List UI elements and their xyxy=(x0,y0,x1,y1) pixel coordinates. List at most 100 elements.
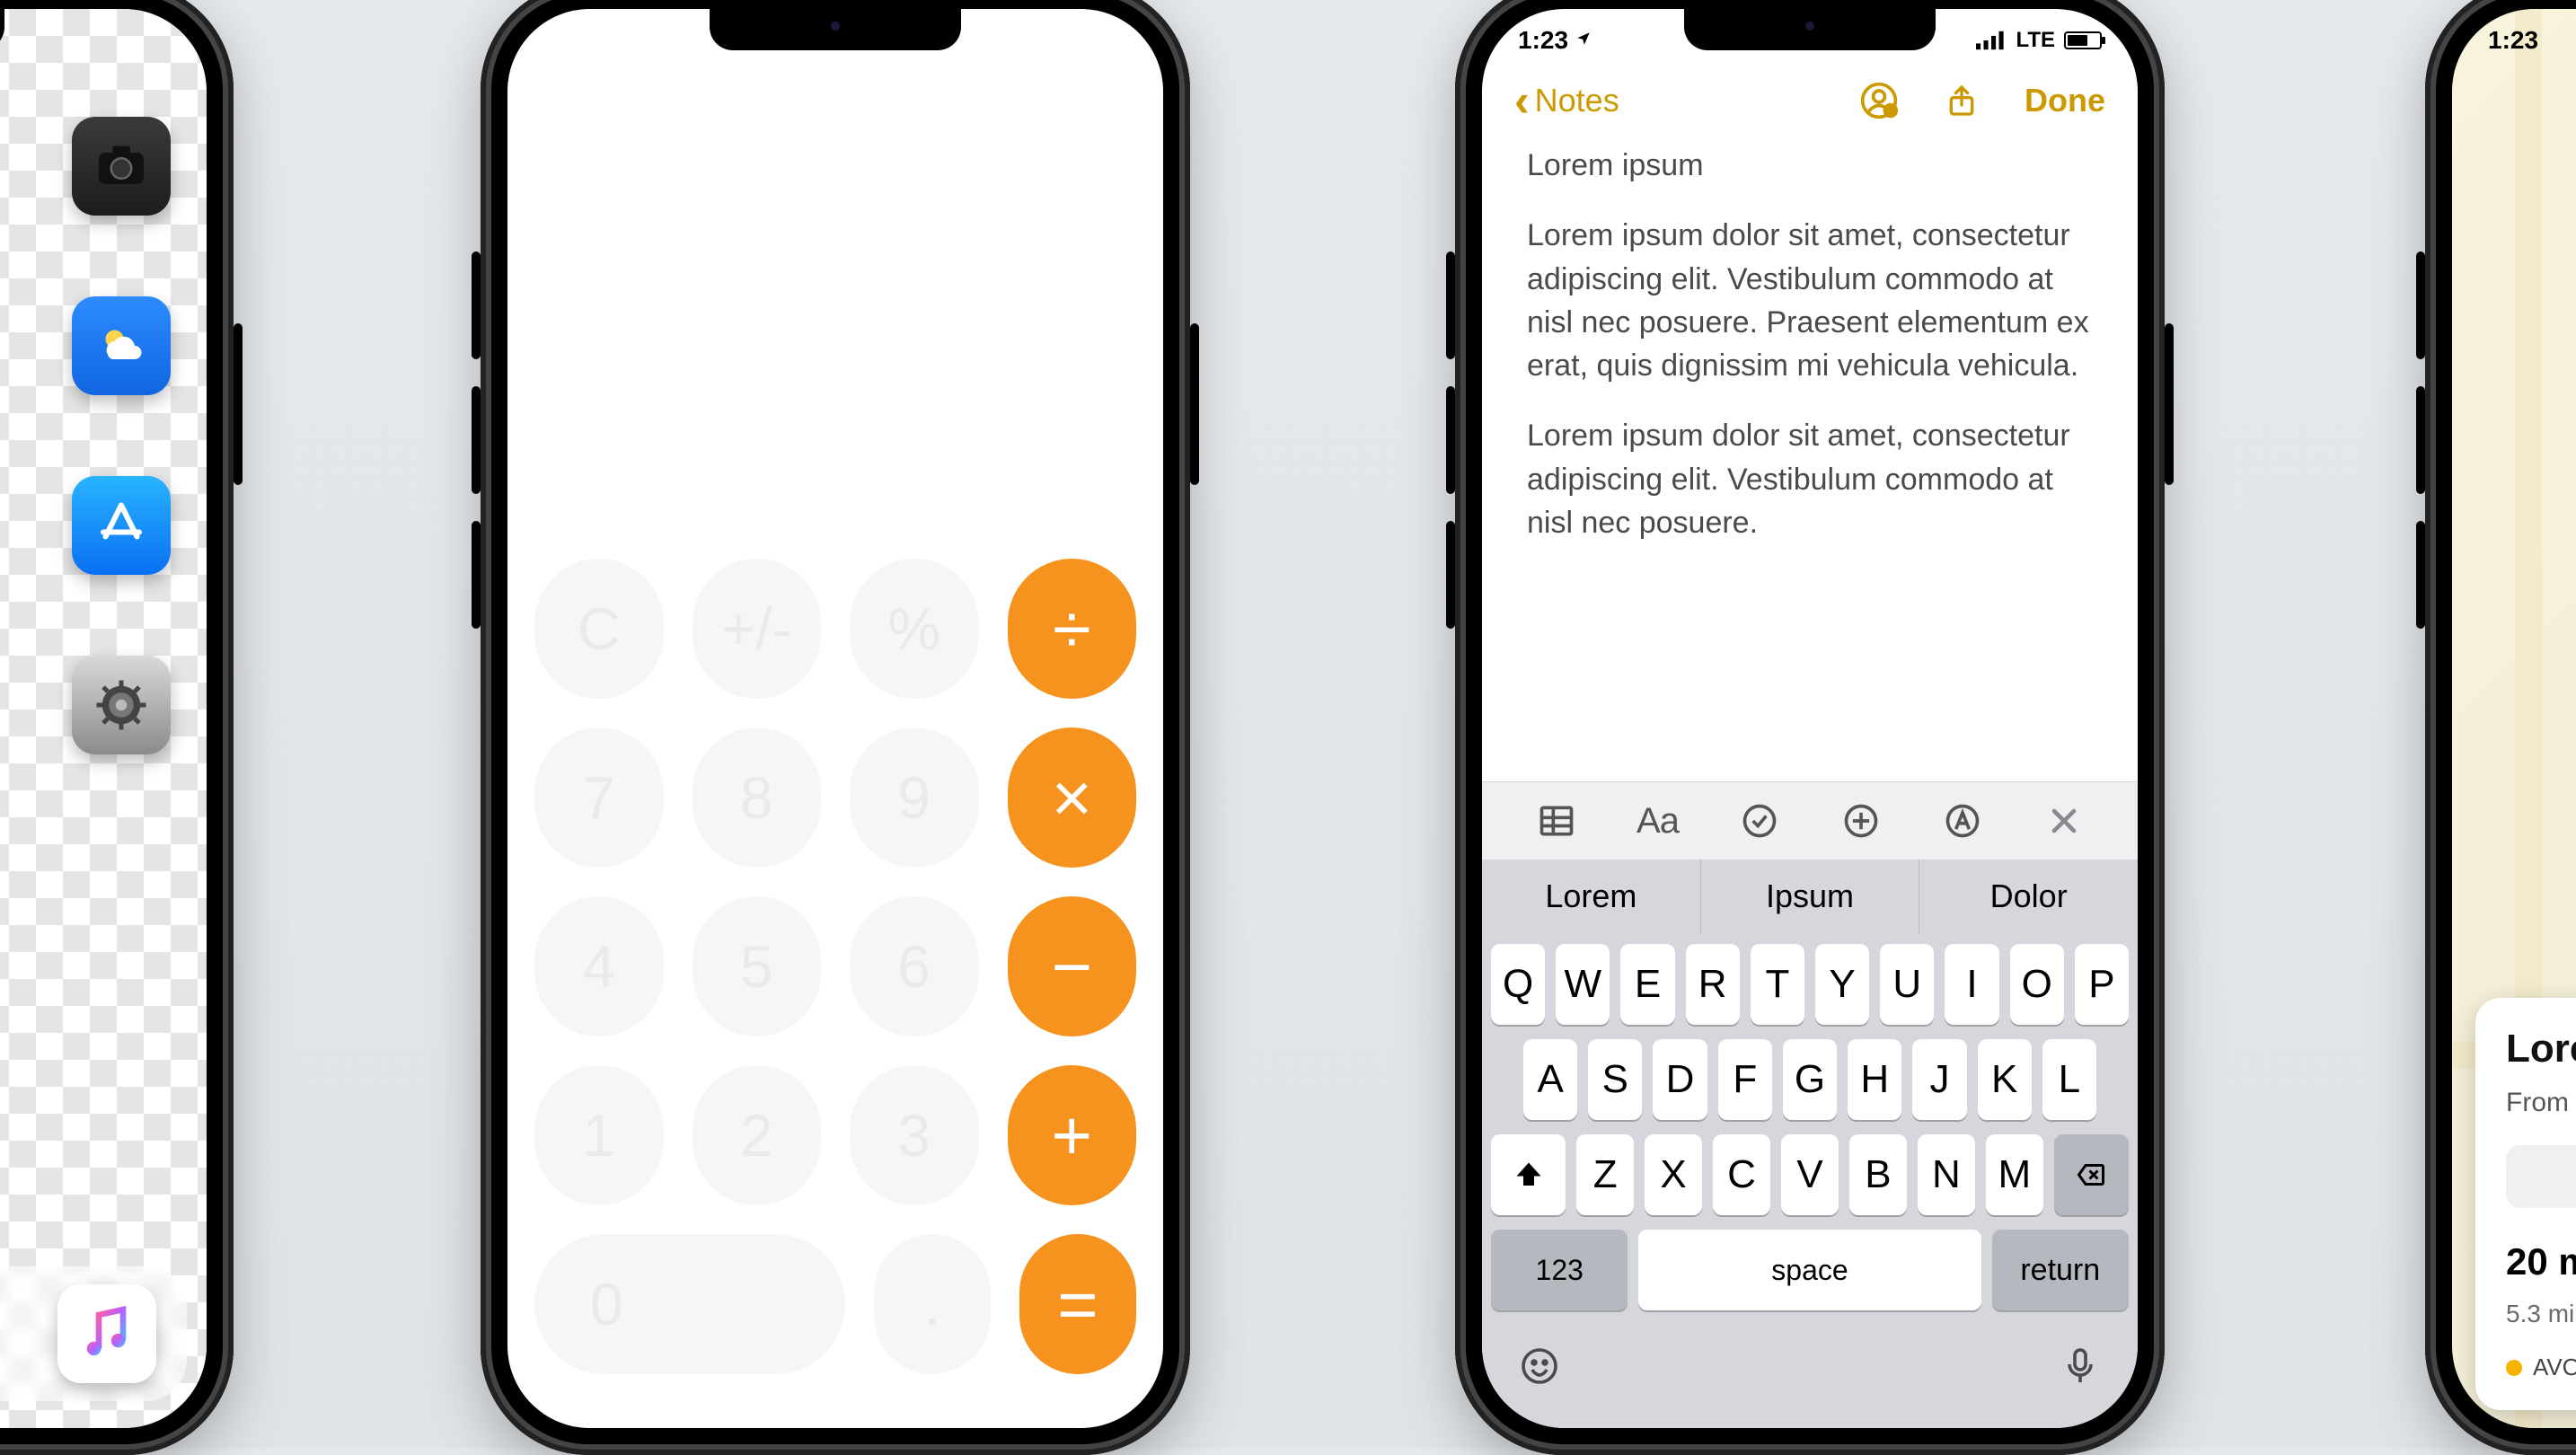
note-title: Lorem ipsum xyxy=(1527,144,2093,187)
emoji-button[interactable] xyxy=(1518,1345,1561,1392)
calc-percent-button[interactable]: % xyxy=(850,559,979,699)
calc-plus-button[interactable]: + xyxy=(1008,1065,1137,1205)
key-backspace[interactable] xyxy=(2054,1134,2129,1215)
status-time: 1:23 xyxy=(1518,26,1592,55)
calc-minus-button[interactable]: − xyxy=(1008,896,1137,1036)
key-v[interactable]: V xyxy=(1781,1134,1839,1215)
calc-6-button[interactable]: 6 xyxy=(850,896,979,1036)
suggestion-1[interactable]: Lorem xyxy=(1482,860,1701,933)
key-return[interactable]: return xyxy=(1992,1230,2129,1310)
table-icon[interactable] xyxy=(1536,800,1577,842)
note-paragraph-2: Lorem ipsum dolor sit amet, consectetur … xyxy=(1527,414,2093,544)
notes-app: 1:23 LTE ‹ Notes xyxy=(1482,9,2138,1428)
status-network: LTE xyxy=(2016,28,2055,53)
battery-icon xyxy=(2064,31,2102,49)
key-p[interactable]: P xyxy=(2075,944,2129,1025)
share-button[interactable] xyxy=(1942,81,1981,120)
key-r[interactable]: R xyxy=(1686,944,1740,1025)
key-u[interactable]: U xyxy=(1880,944,1934,1025)
home-screen xyxy=(0,9,207,1428)
key-o[interactable]: O xyxy=(2010,944,2064,1025)
calc-5-button[interactable]: 5 xyxy=(693,896,822,1036)
weather-app-icon[interactable] xyxy=(72,296,171,395)
calc-multiply-button[interactable]: × xyxy=(1008,728,1137,868)
done-button[interactable]: Done xyxy=(2025,82,2105,119)
key-space[interactable]: space xyxy=(1638,1230,1981,1310)
text-format-button[interactable]: Aa xyxy=(1637,800,1679,842)
key-s[interactable]: S xyxy=(1588,1039,1642,1120)
key-k[interactable]: K xyxy=(1978,1039,2032,1120)
key-d[interactable]: D xyxy=(1653,1039,1707,1120)
key-b[interactable]: B xyxy=(1849,1134,1907,1215)
key-t[interactable]: T xyxy=(1751,944,1804,1025)
calc-1-button[interactable]: 1 xyxy=(534,1065,664,1205)
route-title: Lorem xyxy=(2506,1027,2576,1071)
key-x[interactable]: X xyxy=(1645,1134,1702,1215)
key-shift[interactable] xyxy=(1491,1134,1566,1215)
signal-icon xyxy=(1976,31,2007,50)
note-body[interactable]: Lorem ipsum Lorem ipsum dolor sit amet, … xyxy=(1482,135,2138,781)
music-app-icon[interactable] xyxy=(57,1284,156,1383)
back-button[interactable]: ‹ Notes xyxy=(1514,82,1619,119)
key-m[interactable]: M xyxy=(1986,1134,2043,1215)
calc-2-button[interactable]: 2 xyxy=(693,1065,822,1205)
phone-notes: 1:23 LTE ‹ Notes xyxy=(1455,0,2165,1455)
suggestion-3[interactable]: Dolor xyxy=(1919,860,2138,933)
warning-dot-icon xyxy=(2506,1360,2522,1376)
key-j[interactable]: J xyxy=(1912,1039,1966,1120)
calc-7-button[interactable]: 7 xyxy=(534,728,664,868)
key-e[interactable]: E xyxy=(1620,944,1674,1025)
phone-maps: 1:23 Lorem From L 20 min xyxy=(2425,0,2576,1455)
note-paragraph-1: Lorem ipsum dolor sit amet, consectetur … xyxy=(1527,214,2093,387)
key-123[interactable]: 123 xyxy=(1491,1230,1628,1310)
keyboard-bottom-bar xyxy=(1482,1328,2138,1428)
suggestion-2[interactable]: Ipsum xyxy=(1701,860,1920,933)
location-icon xyxy=(1575,31,1592,47)
markup-icon[interactable] xyxy=(1942,800,1983,842)
backspace-icon xyxy=(2075,1159,2107,1191)
keyboard: Q W E R T Y U I O P A S D xyxy=(1482,933,2138,1328)
key-i[interactable]: I xyxy=(1945,944,1998,1025)
dock xyxy=(0,1266,187,1401)
phone-calculator: C +/- % ÷ 7 8 9 × 4 5 6 xyxy=(481,0,1190,1455)
key-z[interactable]: Z xyxy=(1576,1134,1634,1215)
mode-drive[interactable] xyxy=(2506,1145,2576,1208)
maps-route-card[interactable]: Lorem From L 20 min 5.3 mi · AVOI xyxy=(2475,998,2576,1410)
calc-4-button[interactable]: 4 xyxy=(534,896,664,1036)
add-icon[interactable] xyxy=(1840,800,1882,842)
collaborate-button[interactable] xyxy=(1859,81,1899,120)
camera-app-icon[interactable] xyxy=(72,117,171,216)
calc-plusminus-button[interactable]: +/- xyxy=(693,559,822,699)
dictation-button[interactable] xyxy=(2059,1345,2102,1392)
calc-clear-button[interactable]: C xyxy=(534,559,664,699)
calc-3-button[interactable]: 3 xyxy=(850,1065,979,1205)
checklist-icon[interactable] xyxy=(1739,800,1780,842)
calc-decimal-button[interactable]: . xyxy=(874,1234,991,1374)
settings-app-icon[interactable] xyxy=(72,656,171,754)
key-q[interactable]: Q xyxy=(1491,944,1545,1025)
calc-equals-button[interactable]: = xyxy=(1019,1234,1136,1374)
route-warning: AVOI xyxy=(2506,1354,2576,1381)
route-from: From L xyxy=(2506,1088,2576,1118)
key-c[interactable]: C xyxy=(1713,1134,1770,1215)
appstore-app-icon[interactable] xyxy=(72,476,171,575)
shift-icon xyxy=(1513,1159,1545,1191)
status-time: 1:23 xyxy=(2488,26,2538,55)
key-w[interactable]: W xyxy=(1556,944,1610,1025)
calc-0-button[interactable]: 0 xyxy=(534,1234,845,1374)
maps-app: 1:23 Lorem From L 20 min xyxy=(2452,9,2576,1428)
key-g[interactable]: G xyxy=(1783,1039,1837,1120)
key-h[interactable]: H xyxy=(1848,1039,1901,1120)
key-a[interactable]: A xyxy=(1523,1039,1577,1120)
route-distance: 5.3 mi · xyxy=(2506,1300,2576,1328)
key-y[interactable]: Y xyxy=(1815,944,1869,1025)
close-format-icon[interactable] xyxy=(2043,800,2085,842)
key-n[interactable]: N xyxy=(1918,1134,1975,1215)
key-l[interactable]: L xyxy=(2042,1039,2096,1120)
format-toolbar: Aa xyxy=(1482,781,2138,860)
calc-divide-button[interactable]: ÷ xyxy=(1008,559,1137,699)
calc-8-button[interactable]: 8 xyxy=(693,728,822,868)
calculator-app: C +/- % ÷ 7 8 9 × 4 5 6 xyxy=(507,9,1163,1428)
key-f[interactable]: F xyxy=(1718,1039,1772,1120)
calc-9-button[interactable]: 9 xyxy=(850,728,979,868)
